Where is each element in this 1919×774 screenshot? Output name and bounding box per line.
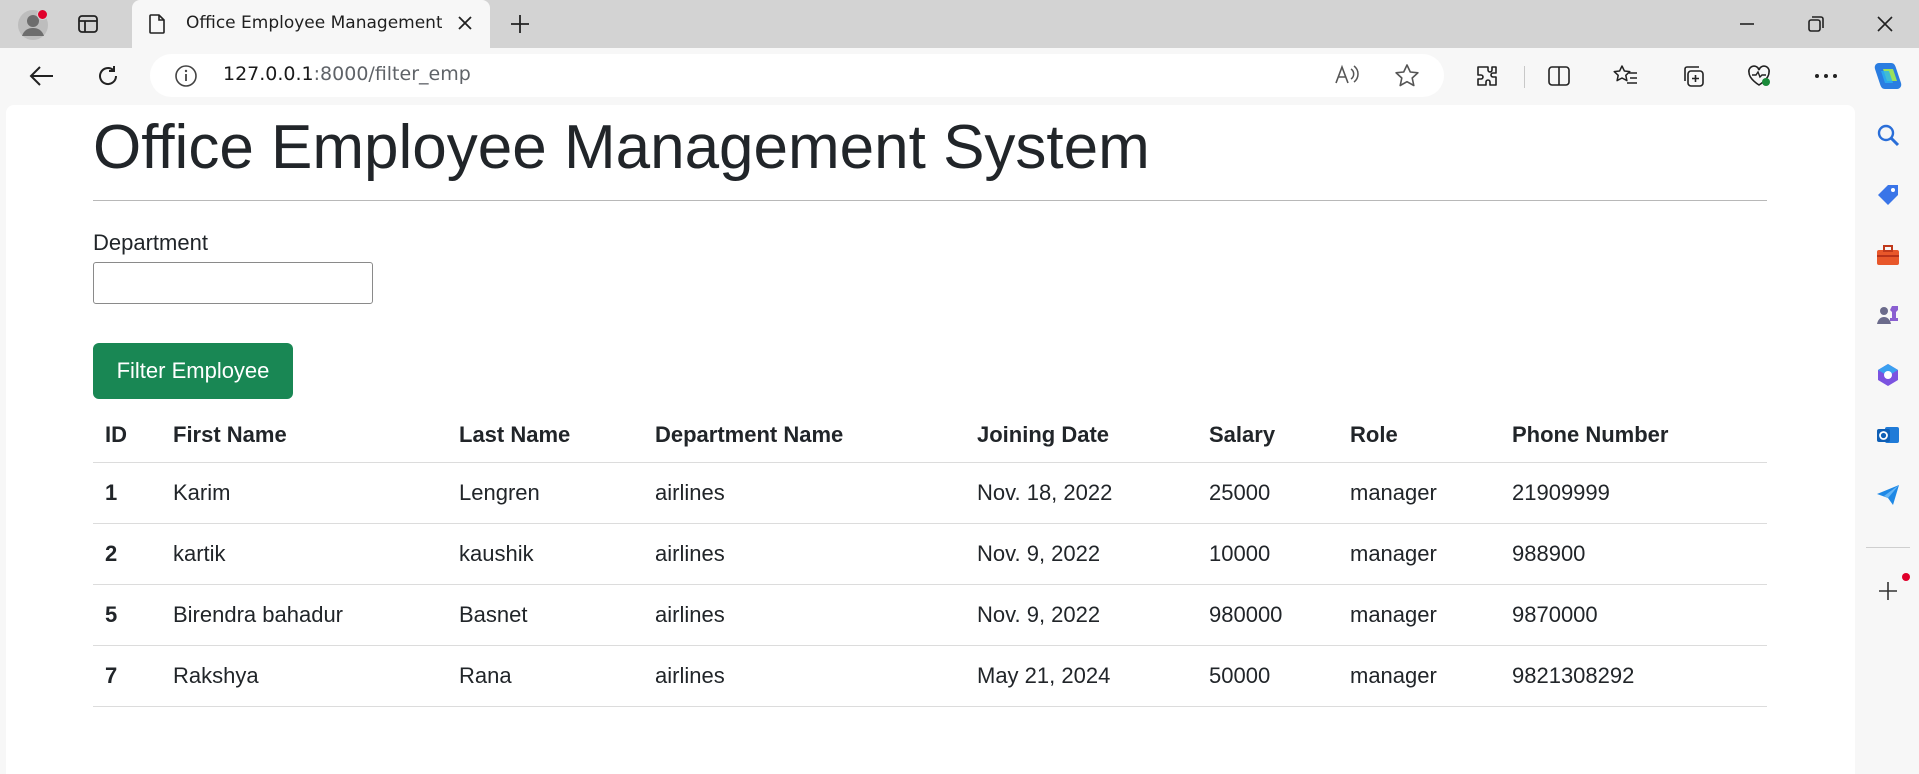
cell-salary: 50000 — [1197, 645, 1338, 707]
cell-first-name: Rakshya — [161, 645, 447, 707]
back-arrow-icon[interactable] — [28, 62, 56, 90]
profile-avatar-icon[interactable] — [17, 9, 49, 41]
header-phone-number: Phone Number — [1500, 408, 1767, 463]
cell-department: airlines — [643, 462, 965, 524]
url-path: :8000/filter_emp — [313, 63, 471, 85]
close-window-icon[interactable] — [1873, 12, 1897, 36]
restore-icon[interactable] — [1804, 12, 1828, 36]
header-salary: Salary — [1197, 408, 1338, 463]
browser-sidebar — [1856, 105, 1919, 774]
cell-last-name: Rana — [447, 645, 643, 707]
tab-actions-icon[interactable] — [76, 12, 100, 36]
active-tab[interactable]: Office Employee Management System — [132, 0, 490, 48]
browser-essentials-icon[interactable] — [1745, 62, 1773, 90]
cell-last-name: Basnet — [447, 584, 643, 646]
cell-first-name: kartik — [161, 523, 447, 585]
notification-dot — [1902, 573, 1910, 581]
cell-phone: 9870000 — [1500, 584, 1767, 646]
cell-last-name: Lengren — [447, 462, 643, 524]
employee-table: ID First Name Last Name Department Name … — [93, 408, 1767, 707]
cell-department: airlines — [643, 584, 965, 646]
cell-joining-date: Nov. 9, 2022 — [965, 523, 1197, 585]
department-label: Department — [93, 230, 208, 255]
outlook-icon[interactable] — [1874, 421, 1902, 449]
split-screen-icon[interactable] — [1545, 62, 1573, 90]
table-row: 7 Rakshya Rana airlines May 21, 2024 500… — [93, 645, 1767, 707]
copilot-icon[interactable] — [1871, 59, 1905, 93]
cell-salary: 25000 — [1197, 462, 1338, 524]
close-tab-icon[interactable] — [456, 14, 474, 36]
reload-icon[interactable] — [94, 62, 122, 90]
search-icon[interactable] — [1874, 121, 1902, 149]
title-divider — [93, 200, 1767, 201]
header-first-name: First Name — [161, 408, 447, 463]
games-icon[interactable] — [1874, 301, 1902, 329]
cell-department: airlines — [643, 523, 965, 585]
cell-id: 5 — [93, 584, 161, 646]
header-id: ID — [93, 408, 161, 463]
cell-joining-date: Nov. 18, 2022 — [965, 462, 1197, 524]
url-host: 127.0.0.1 — [223, 63, 314, 85]
department-input[interactable] — [93, 262, 373, 304]
extensions-icon[interactable] — [1473, 62, 1501, 90]
minimize-icon[interactable] — [1735, 12, 1759, 36]
cell-first-name: Karim — [161, 462, 447, 524]
new-tab-icon[interactable] — [508, 12, 532, 36]
cell-department: airlines — [643, 645, 965, 707]
cell-first-name: Birendra bahadur — [161, 584, 447, 646]
favorites-icon[interactable] — [1612, 62, 1640, 90]
more-options-icon[interactable] — [1812, 62, 1840, 90]
table-row: 2 kartik kaushik airlines Nov. 9, 2022 1… — [93, 523, 1767, 585]
microsoft-365-icon[interactable] — [1874, 361, 1902, 389]
cell-role: manager — [1338, 523, 1500, 585]
header-last-name: Last Name — [447, 408, 643, 463]
table-row: 5 Birendra bahadur Basnet airlines Nov. … — [93, 584, 1767, 646]
table-row: 1 Karim Lengren airlines Nov. 18, 2022 2… — [93, 462, 1767, 524]
browser-tab-strip: Office Employee Management System — [0, 0, 1919, 48]
site-info-icon[interactable] — [174, 64, 198, 92]
toolbar-divider — [1524, 66, 1525, 88]
add-sidebar-app-icon[interactable] — [1874, 577, 1902, 605]
cell-joining-date: May 21, 2024 — [965, 645, 1197, 707]
favorite-star-icon[interactable] — [1394, 63, 1420, 93]
cell-id: 7 — [93, 645, 161, 707]
table-header-row: ID First Name Last Name Department Name … — [93, 408, 1767, 463]
header-role: Role — [1338, 408, 1500, 463]
read-aloud-icon[interactable] — [1334, 63, 1360, 91]
cell-phone: 9821308292 — [1500, 645, 1767, 707]
browser-toolbar: 127.0.0.1:8000/filter_emp — [0, 48, 1919, 105]
cell-last-name: kaushik — [447, 523, 643, 585]
cell-joining-date: Nov. 9, 2022 — [965, 584, 1197, 646]
notification-dot — [37, 9, 48, 20]
sidebar-divider — [1866, 547, 1910, 548]
cell-salary: 10000 — [1197, 523, 1338, 585]
header-joining-date: Joining Date — [965, 408, 1197, 463]
shopping-tag-icon[interactable] — [1874, 181, 1902, 209]
filter-employee-button[interactable]: Filter Employee — [93, 343, 293, 399]
address-bar[interactable]: 127.0.0.1:8000/filter_emp — [150, 54, 1444, 97]
cell-salary: 980000 — [1197, 584, 1338, 646]
page-icon — [148, 14, 166, 38]
cell-phone: 988900 — [1500, 523, 1767, 585]
send-telegram-icon[interactable] — [1874, 481, 1902, 509]
cell-id: 1 — [93, 462, 161, 524]
url-text: 127.0.0.1:8000/filter_emp — [223, 63, 471, 85]
cell-phone: 21909999 — [1500, 462, 1767, 524]
cell-role: manager — [1338, 584, 1500, 646]
page-viewport: Office Employee Management System Depart… — [6, 105, 1855, 774]
tools-briefcase-icon[interactable] — [1874, 241, 1902, 269]
page-title: Office Employee Management System — [93, 113, 1150, 182]
collections-icon[interactable] — [1679, 62, 1707, 90]
cell-role: manager — [1338, 462, 1500, 524]
cell-id: 2 — [93, 523, 161, 585]
cell-role: manager — [1338, 645, 1500, 707]
header-department-name: Department Name — [643, 408, 965, 463]
tab-title: Office Employee Management System — [186, 13, 442, 33]
